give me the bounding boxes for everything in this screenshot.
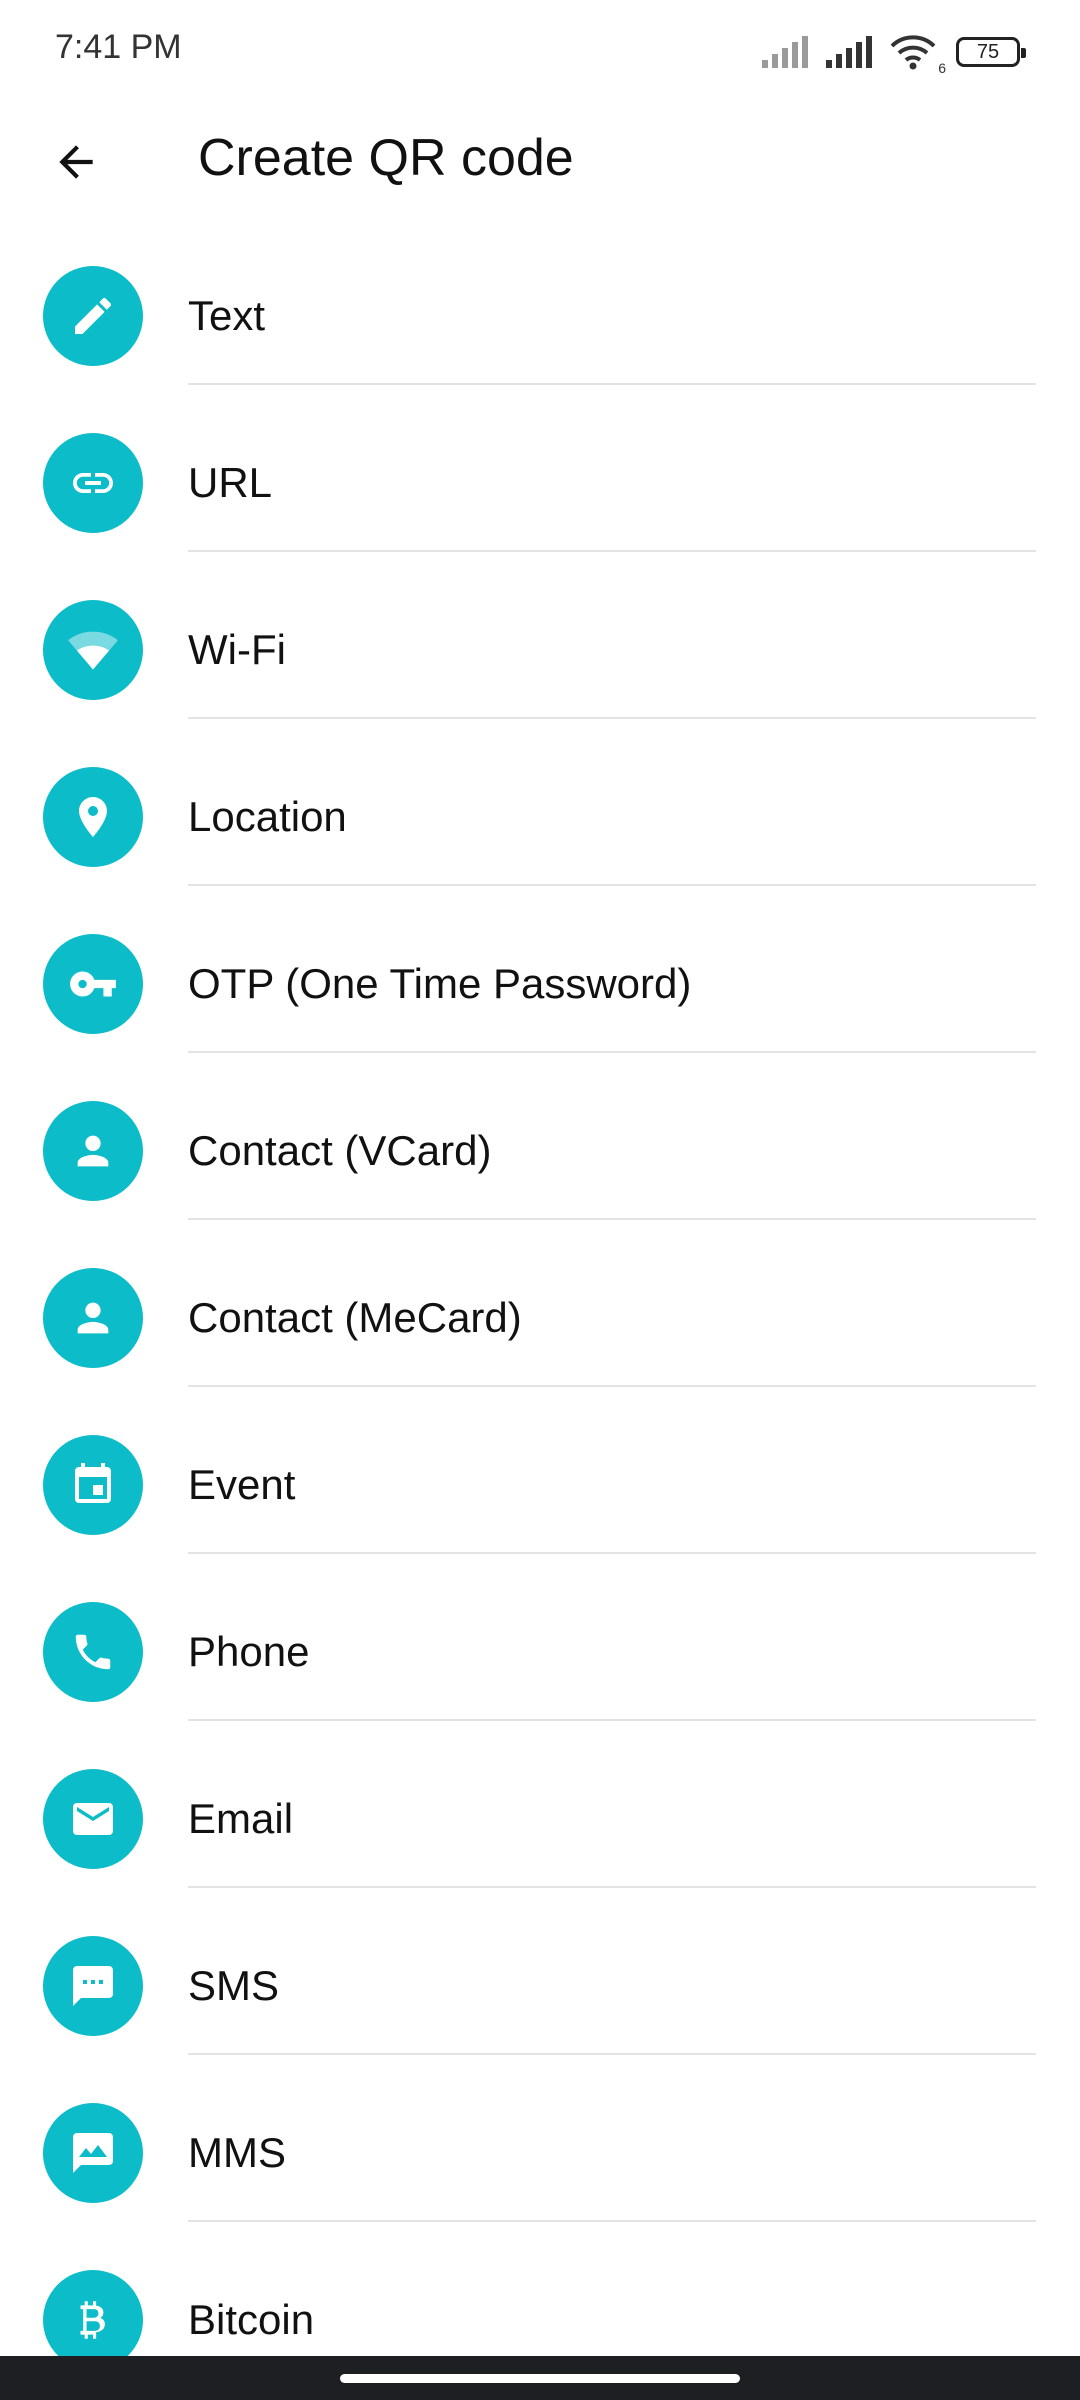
- battery-icon: 75: [956, 37, 1026, 67]
- cell-signal-2-icon: [826, 36, 872, 68]
- page-title: Create QR code: [198, 129, 574, 187]
- list-item-phone[interactable]: Phone: [0, 1554, 1080, 1721]
- calendar-icon: [43, 1435, 143, 1535]
- list-item-otp[interactable]: OTP (One Time Password): [0, 886, 1080, 1053]
- phone-icon: [43, 1602, 143, 1702]
- location-pin-icon: [43, 767, 143, 867]
- list-item-contact-mecard[interactable]: Contact (MeCard): [0, 1220, 1080, 1387]
- mms-icon: [43, 2103, 143, 2203]
- pencil-icon: [43, 266, 143, 366]
- bitcoin-icon: [43, 2270, 143, 2370]
- wifi-status-suffix: 6: [938, 60, 946, 76]
- status-bar: 7:41 PM 6 75: [0, 0, 1080, 100]
- back-button[interactable]: [36, 122, 116, 202]
- qr-type-list: Text URL Wi-Fi Location OTP (One Time Pa…: [0, 218, 1080, 2389]
- list-item-url[interactable]: URL: [0, 385, 1080, 552]
- back-arrow-icon: [59, 145, 93, 179]
- navigation-bar: [0, 2356, 1080, 2400]
- email-icon: [43, 1769, 143, 1869]
- link-icon: [43, 433, 143, 533]
- list-item-label: Event: [188, 1461, 296, 1508]
- cell-signal-1-icon: [762, 36, 808, 68]
- list-item-mms[interactable]: MMS: [0, 2055, 1080, 2222]
- list-item-label: Phone: [188, 1628, 310, 1675]
- key-icon: [43, 934, 143, 1034]
- list-item-contact-vcard[interactable]: Contact (VCard): [0, 1053, 1080, 1220]
- list-item-label: OTP (One Time Password): [188, 960, 692, 1007]
- list-item-label: Bitcoin: [188, 2296, 315, 2343]
- list-item-label: Location: [188, 793, 347, 840]
- person-icon: [43, 1101, 143, 1201]
- status-time: 7:41 PM: [55, 28, 182, 66]
- list-item-label: SMS: [188, 1962, 280, 2009]
- list-item-wifi[interactable]: Wi-Fi: [0, 552, 1080, 719]
- list-item-location[interactable]: Location: [0, 719, 1080, 886]
- sms-icon: [43, 1936, 143, 2036]
- list-item-label: Contact (VCard): [188, 1127, 492, 1174]
- person-icon: [43, 1268, 143, 1368]
- wifi-icon: [43, 600, 143, 700]
- app-bar: Create QR code: [0, 100, 1080, 220]
- wifi-status-icon: 6: [890, 34, 946, 76]
- status-icons: 6 75: [762, 32, 1026, 76]
- list-item-label: Wi-Fi: [188, 626, 286, 673]
- list-item-label: Text: [188, 292, 266, 339]
- list-item-label: Contact (MeCard): [188, 1294, 522, 1341]
- home-indicator[interactable]: [340, 2374, 740, 2383]
- list-item-email[interactable]: Email: [0, 1721, 1080, 1888]
- list-item-sms[interactable]: SMS: [0, 1888, 1080, 2055]
- list-item-label: Email: [188, 1795, 294, 1842]
- list-item-label: URL: [188, 459, 273, 506]
- battery-level: 75: [976, 40, 1000, 63]
- list-item-text[interactable]: Text: [0, 218, 1080, 385]
- list-item-label: MMS: [188, 2129, 286, 2176]
- list-item-event[interactable]: Event: [0, 1387, 1080, 1554]
